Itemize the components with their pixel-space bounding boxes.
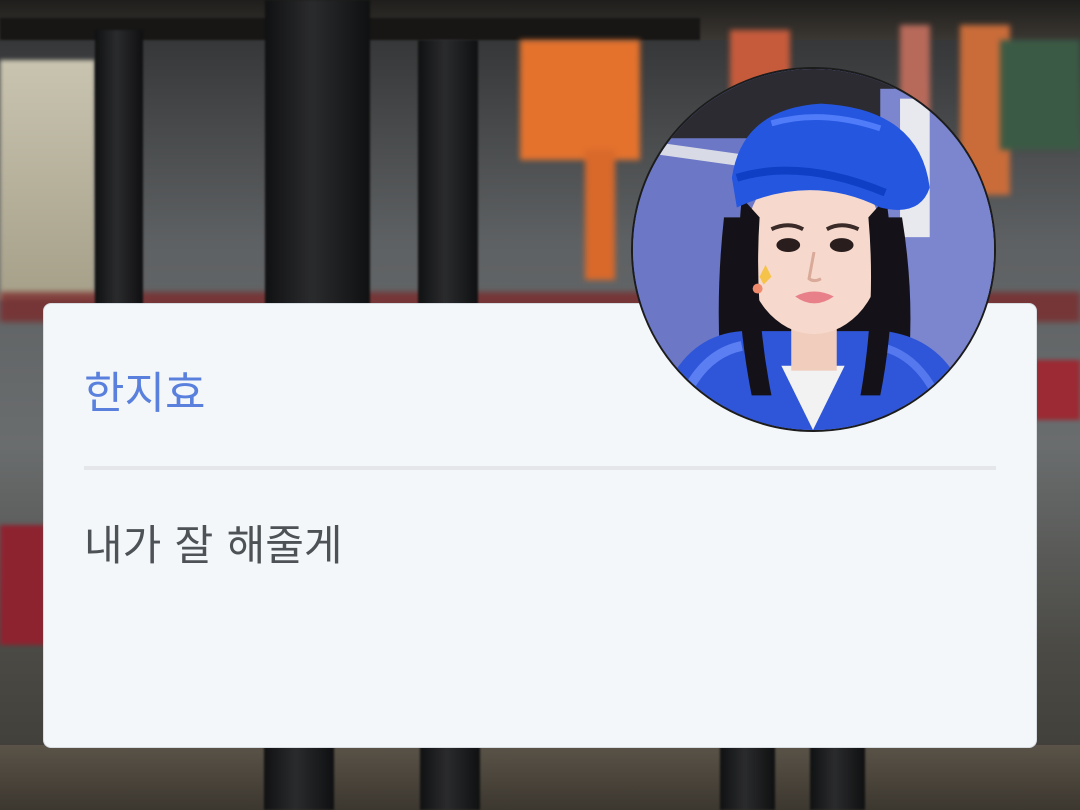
background-floor [0,745,1080,810]
background-wall [0,60,95,300]
dialog-message: 내가 잘 해줄게 [84,521,343,570]
background-pillar [810,740,865,810]
speaker-name: 한지효 [84,368,206,419]
character-portrait-icon [633,69,994,430]
background-pillar [265,0,370,330]
background-pillar [95,30,143,330]
background-stool [1035,360,1080,420]
background-stool [0,525,45,645]
background-flag [1000,40,1080,150]
divider [84,466,996,470]
background-pillar [420,740,480,810]
background-pillar [720,740,775,810]
speaker-avatar [631,67,996,432]
background-flag [585,150,615,280]
background-flag [520,40,640,160]
background-pillar [418,40,478,330]
background-pillar [264,740,334,810]
